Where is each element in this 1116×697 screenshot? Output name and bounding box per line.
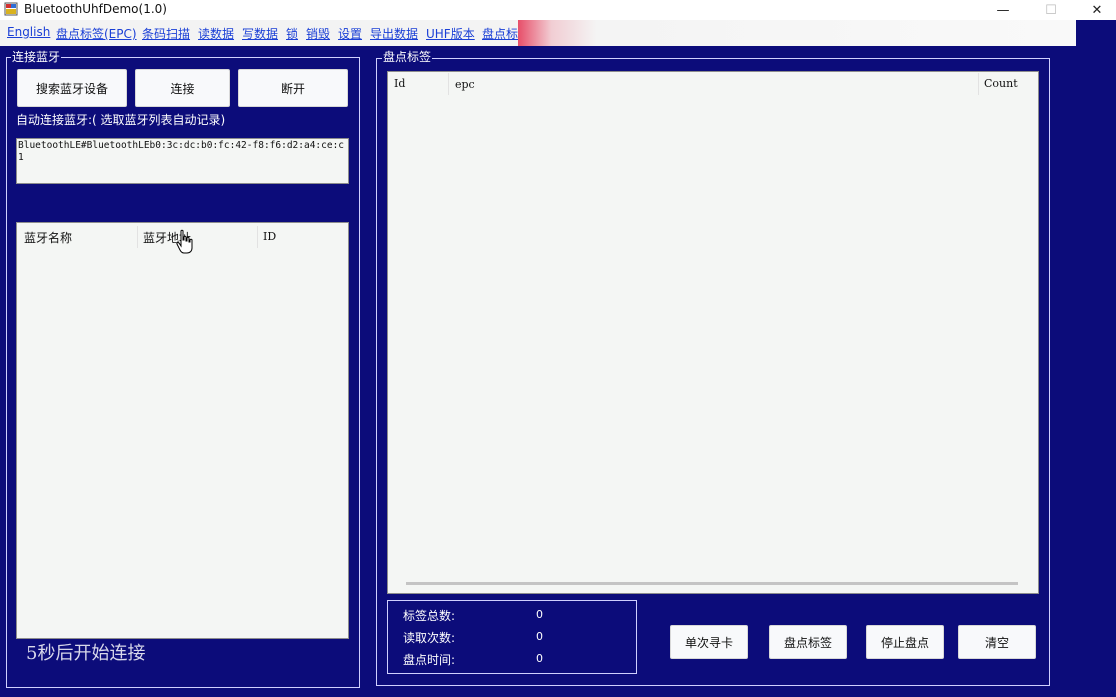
menu-lock[interactable]: 锁 (286, 25, 298, 42)
column-header-bt-id[interactable]: ID (263, 230, 276, 243)
tag-total-label: 标签总数: (403, 609, 456, 623)
horizontal-scrollbar[interactable] (406, 582, 1018, 585)
menu-write-data[interactable]: 写数据 (242, 25, 278, 42)
app-window: BluetoothUhfDemo(1.0) — ☐ ✕ English 盘点标签… (0, 0, 1116, 697)
inventory-time-value: 0 (536, 652, 543, 665)
maximize-button[interactable]: ☐ (1028, 0, 1074, 20)
column-separator (137, 226, 138, 248)
search-bluetooth-button[interactable]: 搜索蓝牙设备 (17, 69, 127, 107)
column-separator (978, 73, 979, 95)
menu-overflow-fade (518, 20, 1076, 46)
bluetooth-group-title: 连接蓝牙 (11, 50, 62, 64)
menu-read-data[interactable]: 读数据 (198, 25, 234, 42)
inventory-group-title: 盘点标签 (382, 50, 433, 64)
menu-inventory-epc[interactable]: 盘点标签(EPC) (56, 25, 137, 42)
tag-total-value: 0 (536, 608, 543, 621)
column-header-count[interactable]: Count (984, 77, 1018, 90)
inventory-time-label: 盘点时间: (403, 653, 456, 667)
menu-inventory-tag[interactable]: 盘点标 (482, 25, 518, 42)
column-header-id[interactable]: Id (394, 77, 405, 90)
menu-uhf-version[interactable]: UHF版本 (426, 25, 475, 42)
column-header-bt-name[interactable]: 蓝牙名称 (24, 229, 72, 246)
column-header-epc[interactable]: epc (455, 78, 475, 91)
window-title: BluetoothUhfDemo(1.0) (24, 2, 167, 16)
close-button[interactable]: ✕ (1074, 0, 1116, 20)
menu-kill[interactable]: 销毁 (306, 25, 330, 42)
auto-connect-label: 自动连接蓝牙:( 选取蓝牙列表自动记录) (16, 113, 226, 127)
epc-tag-list[interactable] (387, 71, 1039, 594)
inventory-tag-button[interactable]: 盘点标签 (769, 625, 847, 659)
menu-english[interactable]: English (7, 25, 50, 39)
read-count-label: 读取次数: (403, 631, 456, 645)
column-separator (257, 226, 258, 248)
title-bar: BluetoothUhfDemo(1.0) — ☐ ✕ (0, 0, 1116, 20)
menu-settings[interactable]: 设置 (338, 25, 362, 42)
menu-barcode-scan[interactable]: 条码扫描 (142, 25, 190, 42)
single-scan-button[interactable]: 单次寻卡 (670, 625, 748, 659)
bluetooth-device-list[interactable] (16, 222, 349, 639)
menu-export-data[interactable]: 导出数据 (370, 25, 418, 42)
read-count-value: 0 (536, 630, 543, 643)
menu-bar: English 盘点标签(EPC) 条码扫描 读数据 写数据 锁 销毁 设置 导… (0, 20, 1076, 46)
connect-button[interactable]: 连接 (135, 69, 230, 107)
saved-address-text: BluetoothLE#BluetoothLEb0:3c:dc:b0:fc:42… (18, 140, 345, 163)
minimize-button[interactable]: — (980, 0, 1026, 20)
countdown-text: 5秒后开始连接 (26, 643, 146, 664)
disconnect-button[interactable]: 断开 (238, 69, 348, 107)
app-icon (4, 2, 18, 16)
stop-inventory-button[interactable]: 停止盘点 (866, 625, 944, 659)
column-separator (448, 73, 449, 95)
clear-button[interactable]: 清空 (958, 625, 1036, 659)
hand-pointer-icon (176, 229, 193, 254)
